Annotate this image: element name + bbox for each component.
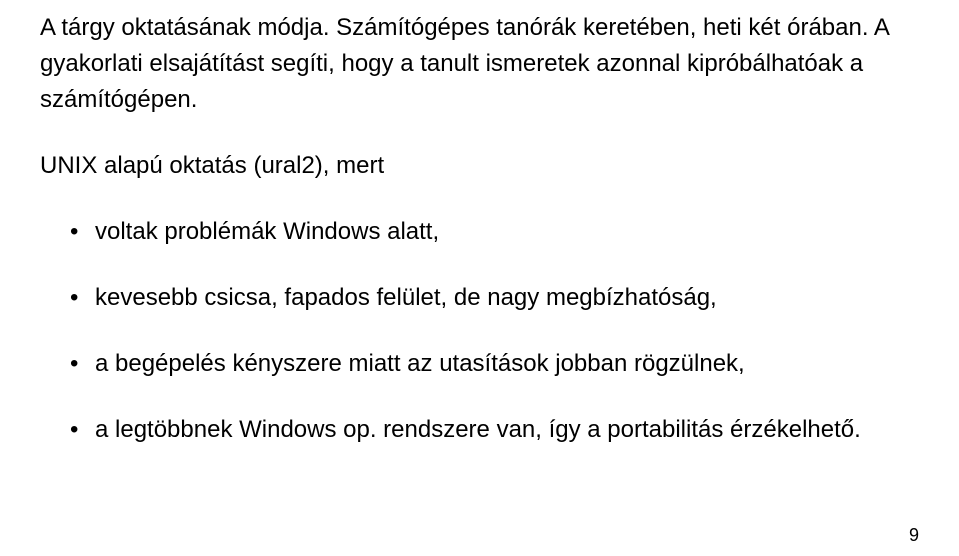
list-item: a legtöbbnek Windows op. rendszere van, … [70, 412, 919, 448]
page-number: 9 [909, 525, 919, 546]
list-item: kevesebb csicsa, fapados felület, de nag… [70, 280, 919, 316]
subheading: UNIX alapú oktatás (ural2), mert [40, 148, 919, 184]
bullet-list: voltak problémák Windows alatt, kevesebb… [40, 214, 919, 448]
intro-paragraph: A tárgy oktatásának módja. Számítógépes … [40, 10, 919, 118]
list-item: a begépelés kényszere miatt az utasításo… [70, 346, 919, 382]
list-item: voltak problémák Windows alatt, [70, 214, 919, 250]
